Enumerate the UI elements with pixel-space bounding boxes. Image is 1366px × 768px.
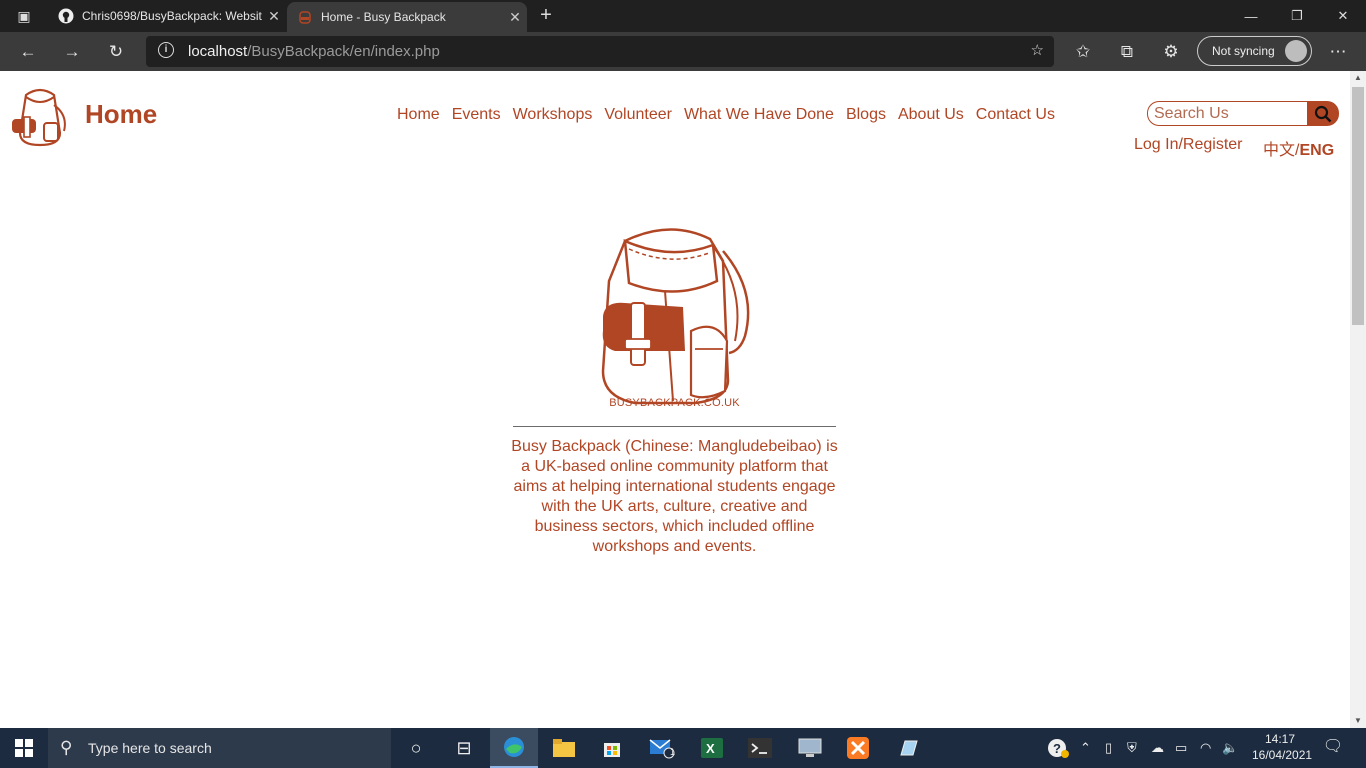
battery-icon[interactable]: ▭ xyxy=(1175,728,1187,768)
notepad-icon[interactable] xyxy=(884,728,932,768)
browser-toolbar: ← → ↻ i localhost/BusyBackpack/en/index.… xyxy=(0,32,1366,71)
close-window-button[interactable]: ✕ xyxy=(1320,0,1366,32)
clock[interactable]: 14:17 16/04/2021 xyxy=(1252,731,1313,763)
store-icon[interactable] xyxy=(588,728,636,768)
avatar xyxy=(1285,40,1307,62)
search-icon: ⚲ xyxy=(60,738,73,757)
profile-label: Not syncing xyxy=(1212,44,1275,58)
nav-workshops[interactable]: Workshops xyxy=(513,106,593,124)
edge-dev-icon[interactable] xyxy=(490,728,538,768)
lang-en-link[interactable]: ENG xyxy=(1299,142,1334,159)
new-tab-button[interactable]: + xyxy=(534,4,558,28)
backpack-favicon-icon xyxy=(299,11,311,24)
clock-time: 14:17 xyxy=(1264,732,1296,746)
nav-volunteer[interactable]: Volunteer xyxy=(604,106,672,124)
backpack-logo-illustration xyxy=(601,228,750,405)
site-search xyxy=(1147,101,1339,126)
web-page: Home Home Events Workshops Volunteer Wha… xyxy=(0,71,1350,728)
nav-about-us[interactable]: About Us xyxy=(898,106,964,124)
profile-button[interactable]: Not syncing xyxy=(1197,36,1312,66)
svg-text:X: X xyxy=(706,741,715,756)
add-favorite-icon[interactable]: ☆ xyxy=(1031,41,1044,59)
file-explorer-icon[interactable] xyxy=(540,728,588,768)
nav-events[interactable]: Events xyxy=(452,106,501,124)
search-input[interactable] xyxy=(1147,101,1309,126)
taskbar-search[interactable]: ⚲ Type here to search xyxy=(48,728,391,768)
start-button[interactable] xyxy=(0,728,48,768)
windows-logo-icon xyxy=(15,739,33,757)
search-icon xyxy=(1314,105,1332,122)
restore-button[interactable]: ❐ xyxy=(1274,0,1320,32)
volume-icon[interactable]: 🔈 xyxy=(1222,728,1238,768)
logo-caption: BUSYBACKPACK.CO.UK xyxy=(609,397,740,409)
login-register-link[interactable]: Log In/Register xyxy=(1134,136,1243,154)
forward-icon[interactable]: → xyxy=(58,38,86,66)
nav-what-we-have-done[interactable]: What We Have Done xyxy=(684,106,834,124)
tab-home[interactable]: Home - Busy Backpack ✕ xyxy=(287,2,527,32)
windows-taskbar: ⚲ Type here to search ○ ⊟ 1 X ? ⌃ ▯ ⛨ ☁ … xyxy=(0,728,1366,768)
mail-icon[interactable]: 1 xyxy=(638,728,686,768)
terminal-icon[interactable] xyxy=(736,728,784,768)
taskbar-search-placeholder: Type here to search xyxy=(88,740,212,756)
cortana-icon[interactable]: ○ xyxy=(392,728,440,768)
remote-desktop-icon[interactable] xyxy=(786,728,834,768)
tab-title: Chris0698/BusyBackpack: Websit xyxy=(82,9,262,23)
back-icon[interactable]: ← xyxy=(14,38,42,66)
svg-text:?: ? xyxy=(1053,741,1061,756)
tab-close-icon[interactable]: ✕ xyxy=(503,9,527,26)
tab-title: Home - Busy Backpack xyxy=(321,10,446,24)
mail-badge: 1 xyxy=(670,747,676,757)
help-icon[interactable]: ? xyxy=(1046,728,1070,768)
minimize-button[interactable]: — xyxy=(1228,0,1274,32)
clock-date: 16/04/2021 xyxy=(1252,748,1313,762)
about-text: Busy Backpack (Chinese: Mangludebeibao) … xyxy=(511,438,838,555)
divider xyxy=(513,426,836,427)
nav-blogs[interactable]: Blogs xyxy=(846,106,886,124)
browser-tab-strip: ▣ Chris0698/BusyBackpack: Websit ✕ Home … xyxy=(0,0,1366,32)
scroll-down-icon[interactable]: ▼ xyxy=(1350,716,1366,726)
page-scrollbar[interactable]: ▲ ▼ xyxy=(1350,71,1366,728)
notification-center-icon[interactable]: 🗨 xyxy=(1318,736,1348,760)
github-icon xyxy=(58,8,74,24)
excel-icon[interactable]: X xyxy=(688,728,736,768)
lang-zh-link[interactable]: 中文 xyxy=(1263,142,1295,159)
site-info-icon[interactable]: i xyxy=(158,42,174,58)
task-view-icon[interactable]: ⊟ xyxy=(440,728,488,768)
usb-icon[interactable]: ▯ xyxy=(1105,728,1112,768)
tab-close-icon[interactable]: ✕ xyxy=(262,8,286,25)
tab-github[interactable]: Chris0698/BusyBackpack: Websit ✕ xyxy=(48,0,286,32)
show-hidden-icons[interactable]: ⌃ xyxy=(1080,728,1091,768)
security-shield-icon[interactable]: ⛨ xyxy=(1127,728,1137,768)
search-button[interactable] xyxy=(1307,101,1339,126)
main-nav: Home Events Workshops Volunteer What We … xyxy=(397,106,1055,124)
nav-home[interactable]: Home xyxy=(397,106,440,124)
site-logo[interactable] xyxy=(8,85,72,149)
xampp-icon[interactable] xyxy=(834,728,882,768)
nav-contact-us[interactable]: Contact Us xyxy=(976,106,1055,124)
url-text[interactable]: localhost/BusyBackpack/en/index.php xyxy=(188,43,440,60)
extensions-icon[interactable]: ⚙ xyxy=(1157,38,1185,66)
collections-icon[interactable]: ⧉ xyxy=(1113,38,1141,66)
scroll-up-icon[interactable]: ▲ xyxy=(1350,73,1366,83)
wifi-icon[interactable]: ◠ xyxy=(1200,728,1211,768)
tab-actions-icon[interactable]: ▣ xyxy=(10,6,38,26)
favorites-icon[interactable]: ✩ xyxy=(1069,38,1097,66)
refresh-icon[interactable]: ↻ xyxy=(102,38,130,66)
address-bar[interactable]: i localhost/BusyBackpack/en/index.php ☆ xyxy=(146,36,1054,67)
page-title: Home xyxy=(85,99,158,129)
more-icon[interactable]: ⋯ xyxy=(1324,38,1352,66)
language-switcher: 中文/ENG xyxy=(1263,136,1334,160)
onedrive-icon[interactable]: ☁ xyxy=(1151,728,1164,768)
scroll-thumb[interactable] xyxy=(1352,87,1364,325)
